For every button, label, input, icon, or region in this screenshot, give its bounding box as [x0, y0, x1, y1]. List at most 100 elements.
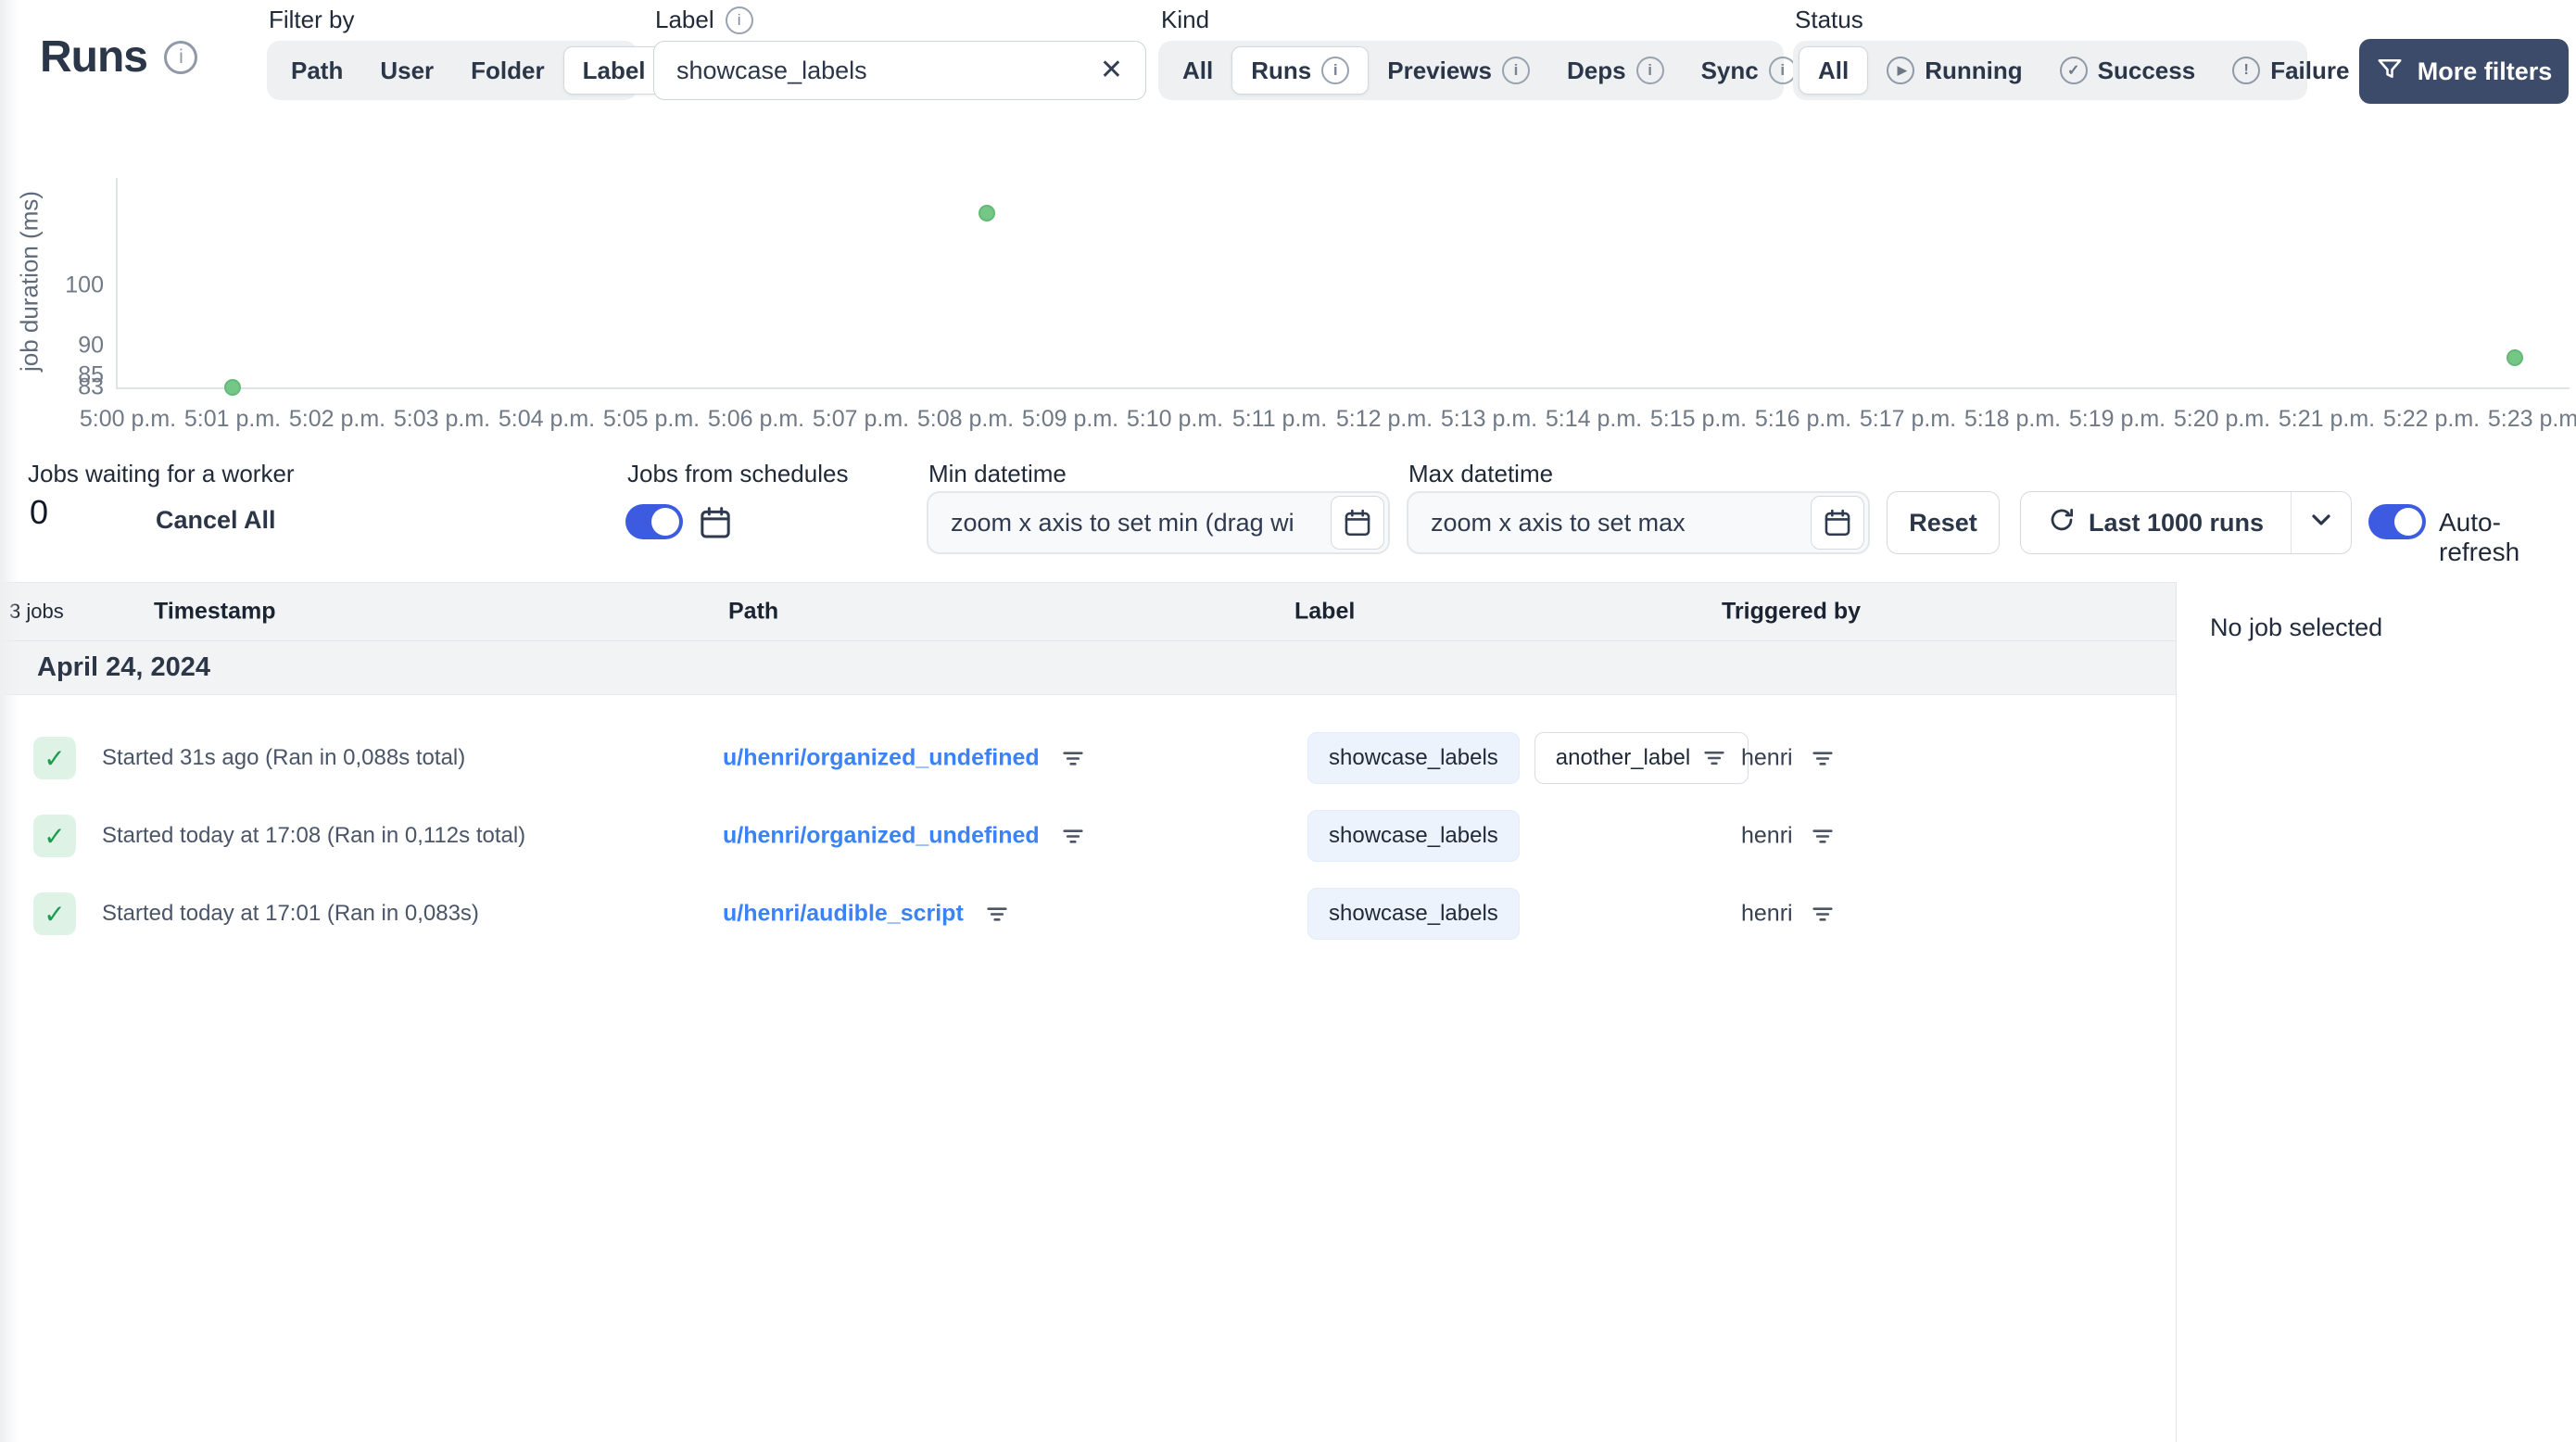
job-path-link[interactable]: u/henri/organized_undefined: [723, 745, 1040, 772]
max-datetime-label: Max datetime: [1408, 460, 1554, 487]
job-path-cell: u/henri/organized_undefined: [723, 745, 1086, 772]
status-option-failure[interactable]: ! Failure: [2214, 46, 2368, 95]
jobs-from-schedules-toggle[interactable]: [625, 504, 683, 539]
x-axis-tick: 5:13 p.m.: [1440, 406, 1538, 432]
success-check-icon: ✓: [33, 737, 76, 779]
triggered-by-user: henri: [1741, 900, 1793, 927]
label-chip[interactable]: showcase_labels: [1307, 732, 1520, 784]
x-axis-tick: 5:22 p.m.: [2382, 406, 2481, 432]
max-datetime-input[interactable]: zoom x axis to set max: [1407, 491, 1870, 554]
calendar-icon[interactable]: [1331, 496, 1384, 550]
jobs-count: 3 jobs: [9, 600, 64, 623]
label-chip-text: another_label: [1555, 745, 1691, 770]
status-label: Status: [1795, 6, 1863, 33]
refresh-icon: [2048, 506, 2076, 540]
job-labels-cell: showcase_labels another_label: [1307, 732, 1749, 784]
run-data-point[interactable]: [224, 379, 241, 396]
job-path-cell: u/henri/organized_undefined: [723, 823, 1086, 850]
filter-icon[interactable]: [984, 901, 1010, 927]
y-axis-line: [116, 178, 118, 389]
x-axis-tick: 5:23 p.m.: [2487, 406, 2576, 432]
filter-icon[interactable]: [1060, 745, 1086, 771]
page-title-wrap: Runs i: [40, 32, 197, 82]
column-path: Path: [728, 598, 779, 625]
status-option-running[interactable]: ▶ Running: [1868, 46, 2040, 95]
label-chip[interactable]: showcase_labels: [1307, 810, 1520, 862]
job-timestamp: Started 31s ago (Ran in 0,088s total): [102, 745, 466, 770]
auto-refresh-label: Auto-refresh: [2439, 508, 2520, 566]
label-filter-input[interactable]: [676, 56, 1100, 85]
runs-page: Runs i Filter by Path User Folder Label Lab…: [0, 0, 2576, 1442]
cancel-all-button[interactable]: Cancel All: [156, 506, 276, 535]
filter-by-option-folder[interactable]: Folder: [452, 46, 562, 95]
run-data-point[interactable]: [2507, 348, 2524, 366]
calendar-icon[interactable]: [697, 504, 734, 541]
date-group-row: April 24, 2024: [0, 641, 2176, 695]
runs-table: 3 jobs Timestamp Path Label Triggered by…: [0, 582, 2176, 1442]
option-label: Folder: [471, 56, 545, 84]
info-icon[interactable]: i: [164, 40, 197, 74]
x-axis-tick: 5:11 p.m.: [1231, 406, 1328, 432]
y-axis-tick: 83: [78, 373, 104, 400]
kind-option-runs[interactable]: Runs i: [1231, 46, 1370, 95]
job-path-link[interactable]: u/henri/audible_script: [723, 901, 964, 928]
x-axis-tick: 5:15 p.m.: [1649, 406, 1748, 432]
option-label: All: [1182, 56, 1214, 84]
x-axis-tick: 5:08 p.m.: [916, 406, 1015, 432]
filter-icon[interactable]: [1701, 745, 1727, 771]
x-axis-tick: 5:03 p.m.: [393, 406, 491, 432]
runs-count-dropdown[interactable]: [2292, 492, 2351, 553]
reset-button[interactable]: Reset: [1887, 491, 2000, 554]
jobs-from-schedules-label: Jobs from schedules: [627, 460, 849, 487]
filter-icon[interactable]: [1810, 901, 1836, 927]
job-timestamp: Started today at 17:08 (Ran in 0,112s to…: [102, 823, 526, 848]
kind-option-previews[interactable]: Previews i: [1369, 46, 1548, 95]
no-job-selected-message: No job selected: [2210, 613, 2383, 641]
label-chip[interactable]: another_label: [1534, 732, 1749, 784]
filter-icon[interactable]: [1810, 745, 1836, 771]
x-axis-tick: 5:16 p.m.: [1754, 406, 1852, 432]
triggered-by-cell: henri: [1741, 901, 1836, 928]
more-filters-button[interactable]: More filters: [2359, 39, 2569, 104]
x-axis-tick: 5:17 p.m.: [1859, 406, 1957, 432]
runs-duration-chart[interactable]: job duration (ms) 5:00 p.m. 5:01 p.m. 5:02…: [0, 120, 2576, 463]
option-label: Failure: [2270, 56, 2350, 84]
table-row[interactable]: ✓ Started today at 17:01 (Ran in 0,083s) u…: [0, 875, 2176, 953]
job-detail-panel: No job selected: [2176, 582, 2576, 1442]
x-axis-tick: 5:05 p.m.: [602, 406, 701, 432]
x-axis-tick: 5:18 p.m.: [1964, 406, 2062, 432]
label-filter-label: Label i: [655, 6, 753, 34]
calendar-icon[interactable]: [1811, 496, 1864, 550]
table-rows: ✓ Started 31s ago (Ran in 0,088s total) u/…: [0, 695, 2176, 953]
job-path-link[interactable]: u/henri/organized_undefined: [723, 823, 1040, 850]
info-icon[interactable]: i: [725, 6, 753, 34]
option-label: Runs: [1251, 56, 1312, 84]
refresh-runs-button[interactable]: Last 1000 runs: [2021, 492, 2292, 553]
y-axis-tick: 100: [65, 272, 104, 297]
status-option-success[interactable]: ✓ Success: [2041, 46, 2215, 95]
filter-icon[interactable]: [1810, 823, 1836, 849]
filter-by-option-user[interactable]: User: [361, 46, 452, 95]
filter-by-option-path[interactable]: Path: [272, 46, 361, 95]
auto-refresh-toggle[interactable]: [2368, 504, 2426, 539]
min-datetime-input[interactable]: zoom x axis to set min (drag wi: [927, 491, 1390, 554]
label-chip[interactable]: showcase_labels: [1307, 888, 1520, 940]
filter-by-option-label[interactable]: Label: [562, 46, 665, 95]
label-chip-text: showcase_labels: [1329, 901, 1498, 926]
label-chip-text: showcase_labels: [1329, 745, 1498, 770]
filter-icon[interactable]: [1060, 823, 1086, 849]
min-datetime-label: Min datetime: [928, 460, 1067, 487]
clear-icon[interactable]: ✕: [1100, 57, 1123, 84]
triggered-by-user: henri: [1741, 744, 1793, 771]
job-timestamp: Started today at 17:01 (Ran in 0,083s): [102, 901, 479, 926]
job-labels-cell: showcase_labels: [1307, 810, 1520, 862]
kind-option-deps[interactable]: Deps i: [1548, 46, 1683, 95]
status-segmented-control: All ▶ Running ✓ Success! Failure: [1793, 41, 2349, 100]
table-row[interactable]: ✓ Started today at 17:08 (Ran in 0,112s t…: [0, 797, 2176, 875]
label-filter-input-wrap: ✕: [653, 41, 1146, 100]
option-label: Path: [291, 56, 344, 84]
table-row[interactable]: ✓ Started 31s ago (Ran in 0,088s total) u/…: [0, 719, 2176, 797]
status-option-all[interactable]: All: [1799, 46, 1869, 95]
kind-option-all[interactable]: All: [1164, 46, 1231, 95]
run-data-point[interactable]: [978, 204, 995, 221]
